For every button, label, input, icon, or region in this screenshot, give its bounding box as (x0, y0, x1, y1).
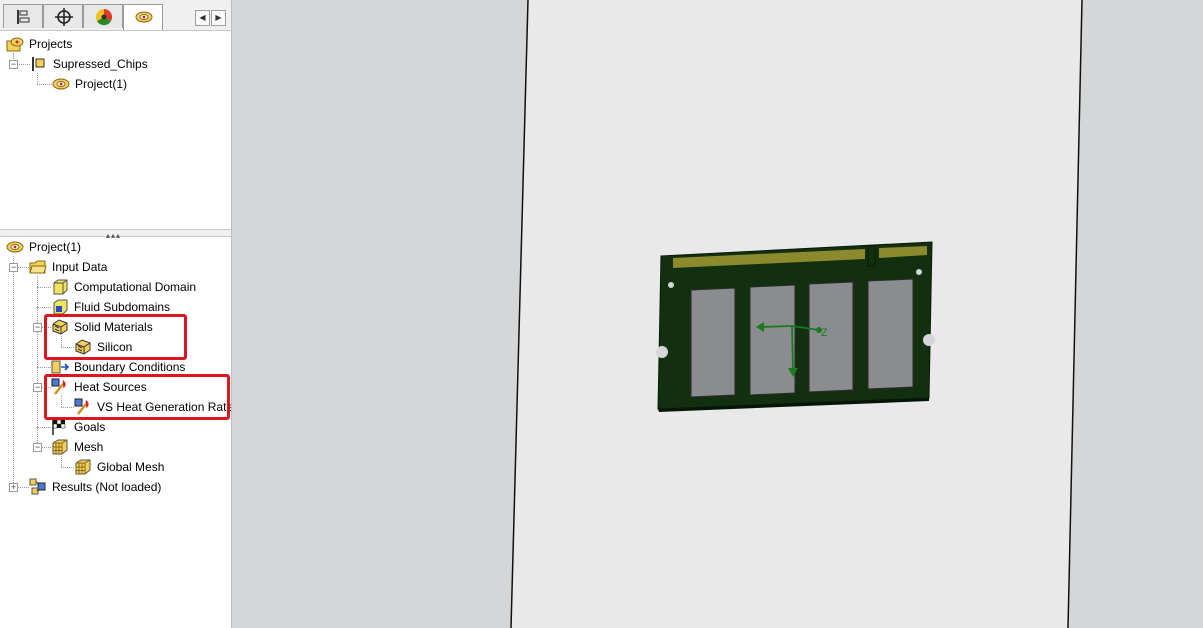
mesh-icon (52, 439, 68, 455)
tab-scroll-left-button[interactable]: ◀ (195, 10, 210, 26)
tree-item-label: Mesh (74, 440, 104, 454)
tree-item-project-root[interactable]: Project(1) (6, 237, 81, 257)
graphics-viewport[interactable]: Z (232, 0, 1203, 628)
tree-item-projects[interactable]: Projects (6, 34, 72, 54)
panel-splitter[interactable]: ▴▴▴ (0, 229, 231, 240)
tree-item-label: Global Mesh (97, 460, 165, 474)
tree-item-input-data[interactable]: Input Data (29, 257, 107, 277)
appearance-tab[interactable] (83, 4, 123, 28)
collapse-toggle[interactable]: − (9, 263, 18, 272)
mount-hole-left (668, 282, 674, 288)
memory-chip-2 (749, 284, 796, 396)
tree-item-label: Supressed_Chips (53, 57, 148, 71)
memory-chip-1 (690, 287, 736, 398)
tab-scroll-right-button[interactable]: ▶ (211, 10, 226, 26)
highlight-box-heat-sources (44, 374, 230, 420)
flow-project-icon (135, 11, 153, 23)
flow-project-icon (52, 78, 70, 90)
results-icon (29, 478, 46, 495)
highlight-box-solid-materials (44, 314, 187, 360)
crosshair-icon (55, 8, 73, 26)
panel-tab-bar: ◀ ▶ (0, 0, 231, 31)
tree-item-project[interactable]: Project(1) (52, 74, 127, 94)
tree-item-label: Computational Domain (74, 280, 197, 294)
tree-item-label: Project(1) (29, 240, 82, 254)
tree-item-label: Results (Not loaded) (52, 480, 162, 494)
collapse-toggle[interactable]: − (33, 383, 42, 392)
feature-tree-icon (17, 10, 30, 24)
collapse-toggle[interactable]: − (33, 443, 42, 452)
splitter-grip: ▴▴▴ (106, 231, 122, 240)
tree-item-computational-domain[interactable]: Computational Domain (51, 277, 196, 297)
tree-item-configuration[interactable]: Supressed_Chips (30, 54, 148, 74)
key-notch (867, 245, 876, 267)
tree-item-global-mesh[interactable]: Global Mesh (74, 457, 164, 477)
triad-z-label: Z (821, 327, 828, 339)
collapse-toggle[interactable]: − (33, 323, 42, 332)
mesh-icon (75, 459, 91, 475)
side-notch-left (656, 346, 668, 358)
tree-item-results[interactable]: Results (Not loaded) (29, 477, 161, 497)
tree-item-label: Goals (74, 420, 106, 434)
color-wheel-icon (95, 8, 113, 26)
configuration-tab[interactable] (43, 4, 83, 28)
side-notch-right (923, 334, 935, 346)
tree-item-label: Projects (29, 37, 73, 51)
feature-manager-tab[interactable] (3, 4, 43, 28)
tree-item-label: Input Data (52, 260, 108, 274)
memory-chip-3 (808, 281, 854, 393)
expand-toggle[interactable]: + (9, 483, 18, 492)
tree-item-label: Project(1) (75, 77, 128, 91)
configuration-icon (32, 57, 45, 71)
flow-simulation-tab[interactable] (123, 4, 163, 30)
tree-item-mesh[interactable]: Mesh (51, 437, 103, 457)
flow-project-icon (6, 37, 24, 52)
flow-project-icon (6, 241, 24, 253)
tree-item-goals[interactable]: Goals (51, 417, 105, 437)
collapse-toggle[interactable]: − (9, 60, 18, 69)
computational-domain-icon (53, 279, 68, 295)
folder-icon (29, 260, 47, 274)
goals-flag-icon (52, 419, 66, 435)
feature-manager-panel: ◀ ▶ Projects − Supressed_Chips Project(1… (0, 0, 232, 628)
memory-chip-4 (867, 278, 914, 390)
mount-hole-right (916, 269, 922, 275)
